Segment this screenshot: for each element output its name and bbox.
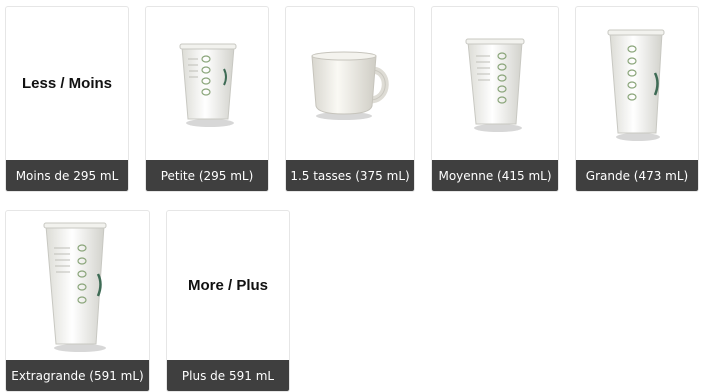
option-label: Plus de 591 mL (167, 360, 289, 391)
option-label: 1.5 tasses (375 mL) (286, 160, 414, 191)
more-heading: More / Plus (187, 277, 269, 294)
large-cup-image (607, 29, 665, 141)
option-more-than-591ml[interactable]: More / Plus Plus de 591 mL (166, 210, 290, 392)
option-art: More / Plus (167, 211, 289, 360)
option-label: Extragrande (591 mL) (6, 360, 149, 391)
option-label: Moyenne (415 mL) (432, 160, 558, 191)
option-art (286, 7, 414, 160)
option-petite[interactable]: Petite (295 mL) (145, 6, 269, 192)
small-cup-image (179, 43, 237, 127)
extra-large-cup-image (43, 222, 106, 352)
option-art (576, 7, 698, 160)
option-grande[interactable]: Grande (473 mL) (575, 6, 699, 192)
option-extragrande[interactable]: Extragrande (591 mL) (5, 210, 150, 392)
option-moyenne[interactable]: Moyenne (415 mL) (431, 6, 559, 192)
option-art (6, 211, 149, 360)
option-art (146, 7, 268, 160)
less-heading: Less / Moins (21, 75, 113, 92)
option-label: Grande (473 mL) (576, 160, 698, 191)
option-mug[interactable]: 1.5 tasses (375 mL) (285, 6, 415, 192)
cup-size-selector: Less / Moins Moins de 295 mL Petite (295… (0, 0, 704, 392)
medium-cup-image (465, 38, 525, 132)
option-art (432, 7, 558, 160)
option-label: Moins de 295 mL (6, 160, 128, 191)
option-art: Less / Moins (6, 7, 128, 160)
option-less-than-295ml[interactable]: Less / Moins Moins de 295 mL (5, 6, 129, 192)
mug-image (311, 51, 389, 120)
option-label: Petite (295 mL) (146, 160, 268, 191)
